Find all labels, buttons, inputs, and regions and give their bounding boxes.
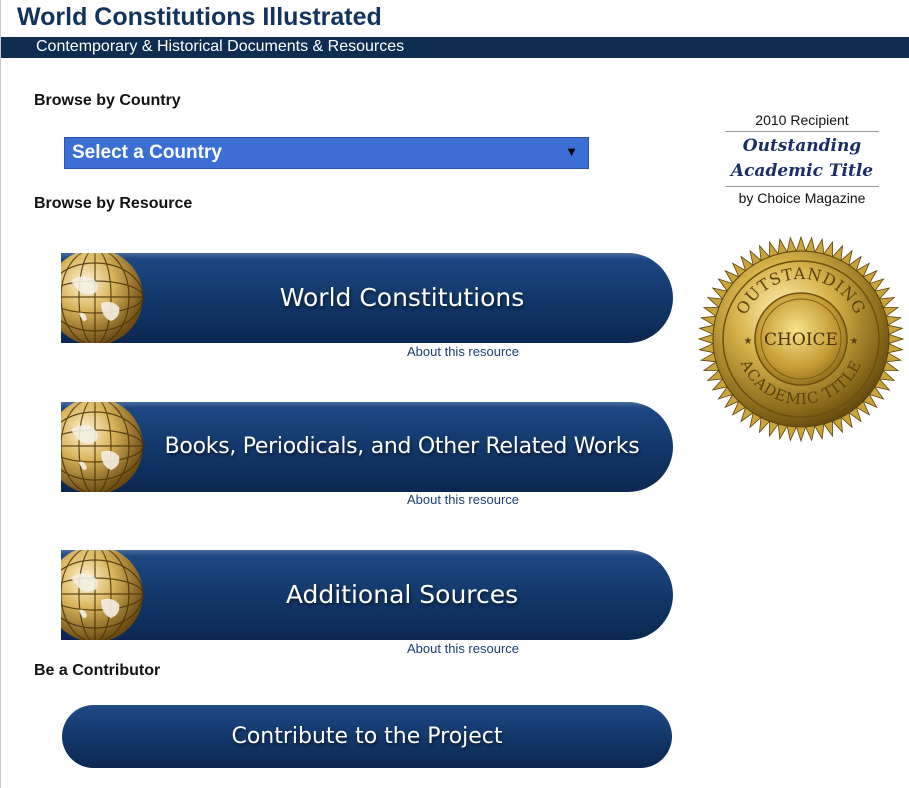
resource-label: World Constitutions: [279, 283, 525, 312]
contribute-button[interactable]: Contribute to the Project: [62, 705, 672, 768]
browse-by-country-heading: Browse by Country: [34, 92, 181, 109]
subtitle-bar: Contemporary & Historical Documents & Re…: [1, 37, 909, 58]
site-subtitle: Contemporary & Historical Documents & Re…: [36, 38, 405, 55]
seal-star-icon: ★: [850, 336, 859, 347]
site-title[interactable]: World Constitutions Illustrated: [17, 3, 382, 32]
be-a-contributor-heading: Be a Contributor: [34, 662, 161, 679]
country-select-value: Select a Country: [72, 142, 222, 163]
award-notice: 2010 Recipient Outstanding Academic Titl…: [719, 112, 885, 206]
award-title: Outstanding Academic Title: [725, 132, 879, 187]
dropdown-arrow-icon: ▼: [565, 144, 578, 159]
about-resource-link[interactable]: About this resource: [407, 344, 519, 359]
resource-banner-additional-sources[interactable]: Additional Sources: [61, 550, 673, 640]
resource-label: Books, Periodicals, and Other Related Wo…: [164, 434, 640, 459]
page: World Constitutions Illustrated Contempo…: [0, 0, 909, 788]
award-year: 2010 Recipient: [725, 112, 879, 132]
award-title-line-2: Academic Title: [730, 161, 874, 181]
resource-banner-world-constitutions[interactable]: World Constitutions: [61, 253, 673, 343]
resource-label: Additional Sources: [285, 580, 519, 609]
seal-star-icon: ★: [744, 336, 753, 347]
choice-award-seal-icon: OUTSTANDING ACADEMIC TITLE CHOICE ★ ★: [698, 236, 904, 442]
seal-center-text: CHOICE: [764, 330, 838, 350]
about-resource-link[interactable]: About this resource: [407, 641, 519, 656]
award-by-line: by Choice Magazine: [738, 190, 866, 206]
about-resource-link[interactable]: About this resource: [407, 492, 519, 507]
country-select[interactable]: Select a Country ▼: [64, 137, 589, 169]
browse-by-resource-heading: Browse by Resource: [34, 195, 193, 212]
award-title-line-1: Outstanding: [742, 136, 862, 156]
resource-banner-books-periodicals[interactable]: Books, Periodicals, and Other Related Wo…: [61, 402, 673, 492]
contribute-button-label: Contribute to the Project: [231, 724, 503, 749]
